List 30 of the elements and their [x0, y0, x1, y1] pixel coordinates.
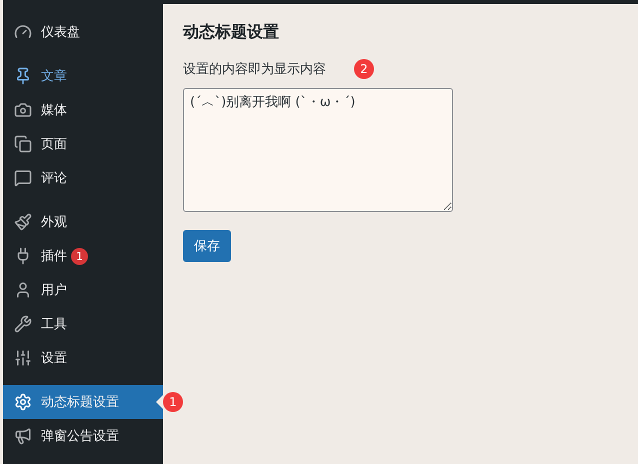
annotation-marker: 2 — [354, 59, 374, 79]
sidebar-item[interactable]: 页面 — [3, 127, 163, 161]
sidebar-item[interactable]: 工具 — [3, 307, 163, 341]
sidebar-item[interactable]: 弹窗公告设置 — [3, 419, 163, 453]
sidebar-item[interactable]: 媒体 — [3, 93, 163, 127]
pin-icon — [14, 67, 32, 85]
sidebar-item[interactable]: 动态标题设置 — [3, 385, 163, 419]
settings-icon — [14, 393, 32, 411]
gauge-icon — [14, 23, 32, 41]
annotation-marker: 1 — [163, 392, 183, 412]
megaphone-icon — [14, 427, 32, 445]
sidebar-item[interactable]: 外观 — [3, 205, 163, 239]
field-description: 设置的内容即为显示内容 — [183, 61, 326, 78]
camera-icon — [14, 101, 32, 119]
sidebar-item[interactable]: 仪表盘 — [3, 15, 163, 49]
comment-icon — [14, 169, 32, 187]
sidebar-item[interactable]: 插件 1 — [3, 239, 163, 273]
user-icon — [14, 281, 32, 299]
sidebar-item[interactable]: 文章 — [3, 59, 163, 93]
wrench-icon — [14, 315, 32, 333]
sidebar-item[interactable]: 设置 — [3, 341, 163, 375]
pages-icon — [14, 135, 32, 153]
save-button[interactable]: 保存 — [183, 230, 231, 262]
sliders-icon — [14, 349, 32, 367]
brush-icon — [14, 213, 32, 231]
sidebar-item[interactable]: 用户 — [3, 273, 163, 307]
sidebar-item[interactable]: 评论 — [3, 161, 163, 195]
count-badge: 1 — [71, 248, 88, 264]
content-textarea[interactable]: (ˊ︿ˋ)别离开我啊 (ˋ・ω・ˊ) — [183, 88, 453, 212]
page-title: 动态标题设置 — [183, 22, 280, 43]
